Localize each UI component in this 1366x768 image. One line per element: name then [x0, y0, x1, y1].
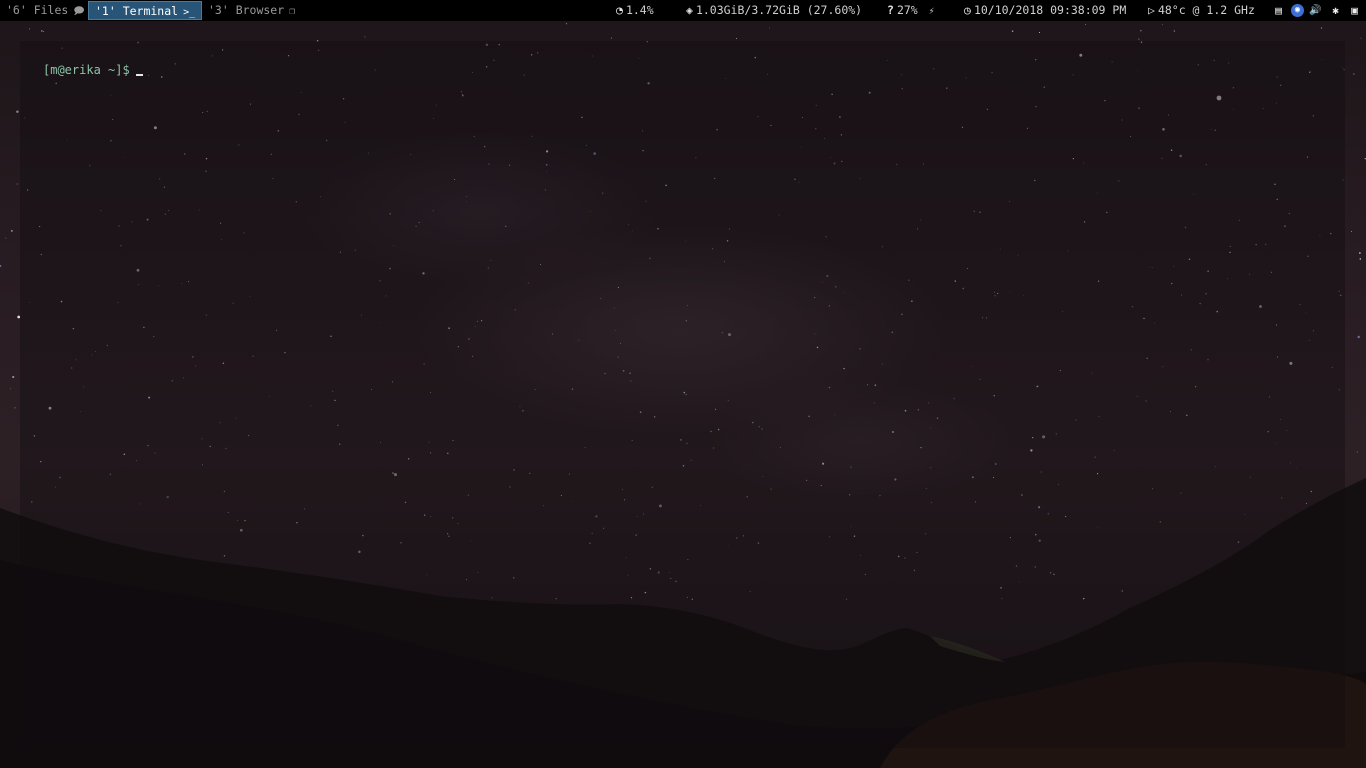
workspace-button-files[interactable]: '6' Files 🗩 [0, 1, 90, 20]
volume-icon[interactable]: 🔊 [1309, 4, 1322, 17]
unknown-battery-icon: ? [887, 3, 894, 17]
workspace-button-browser[interactable]: '3' Browser ❐ [202, 1, 301, 20]
terminal-prompt-line[interactable]: [m@erika ~]$ [43, 63, 143, 77]
workspace-label: '1' Terminal [95, 4, 179, 18]
text-cursor [135, 74, 143, 76]
cpu-value: 1.4% [625, 3, 654, 17]
message-icon: 🗩 [73, 6, 85, 17]
workspace-label: '6' Files [6, 3, 69, 17]
terminal-icon: >_ [183, 7, 196, 18]
play-icon: ▷ [1148, 3, 1155, 17]
app-indicator-icon[interactable]: ◉ [1291, 4, 1304, 17]
battery-value: 27% [896, 3, 918, 17]
workspace-label: '3' Browser [208, 3, 285, 17]
terminal-window[interactable]: [m@erika ~]$ [20, 41, 1345, 748]
temperature-value: 48°c @ 1.2 GHz [1157, 3, 1255, 17]
plug-icon: ⚡ [928, 6, 935, 17]
speedometer-icon: ◔ [616, 3, 623, 17]
memory-value: 1.03GiB/3.72GiB (27.60%) [695, 3, 863, 17]
memory-status: ◈ 1.03GiB/3.72GiB (27.60%) [686, 0, 862, 21]
settings-gear-icon[interactable]: ✱ [1329, 4, 1342, 17]
shell-prompt: [m@erika ~]$ [43, 63, 130, 77]
clock-status[interactable]: ◷ 10/10/2018 09:38:09 PM [964, 0, 1126, 21]
window-square-icon[interactable]: ▣ [1348, 4, 1361, 17]
status-bar: '6' Files 🗩 '1' Terminal >_ '3' Browser ❐ ◔… [0, 0, 1366, 21]
workspace-button-terminal[interactable]: '1' Terminal >_ [88, 1, 203, 20]
temperature-status: ▷ 48°c @ 1.2 GHz [1148, 0, 1255, 21]
windows-icon: ❐ [289, 6, 296, 17]
clock-value: 10/10/2018 09:38:09 PM [973, 3, 1127, 17]
battery-status: ? 27% ⚡ [887, 0, 935, 21]
ram-icon: ◈ [686, 3, 693, 17]
clipboard-icon[interactable]: ▤ [1272, 4, 1285, 17]
cpu-status: ◔ 1.4% [616, 0, 654, 21]
clock-icon: ◷ [964, 3, 971, 17]
